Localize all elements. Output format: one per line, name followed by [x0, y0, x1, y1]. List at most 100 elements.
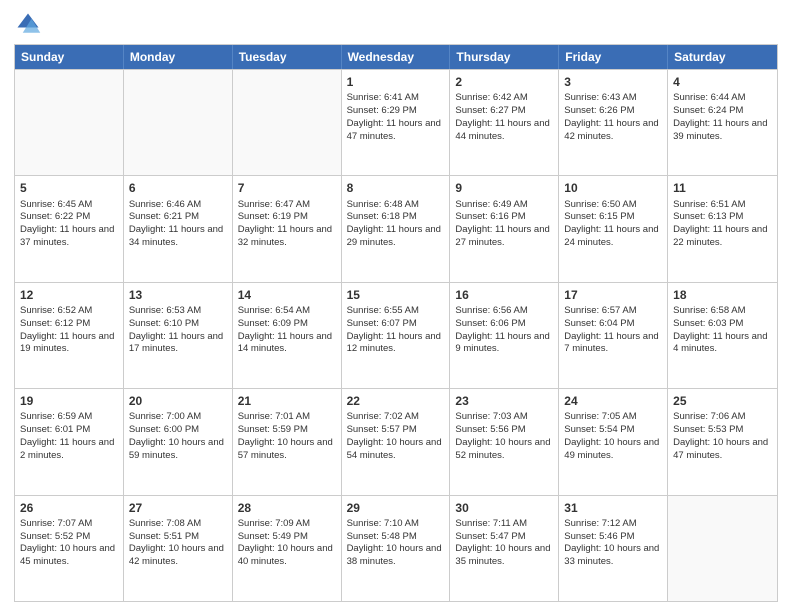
- day-cell-4: 4 Sunrise: 6:44 AM Sunset: 6:24 PM Daylig…: [668, 70, 777, 175]
- day-header-thursday: Thursday: [450, 45, 559, 69]
- week-row-4: 26 Sunrise: 7:07 AM Sunset: 5:52 PM Dayli…: [15, 495, 777, 601]
- empty-cell: [668, 496, 777, 601]
- day-cell-19: 19 Sunrise: 6:59 AM Sunset: 6:01 PM Dayli…: [15, 389, 124, 494]
- day-cell-21: 21 Sunrise: 7:01 AM Sunset: 5:59 PM Dayli…: [233, 389, 342, 494]
- day-header-friday: Friday: [559, 45, 668, 69]
- day-info: Sunrise: 7:05 AM Sunset: 5:54 PM Dayligh…: [564, 411, 659, 460]
- calendar-body: 1 Sunrise: 6:41 AM Sunset: 6:29 PM Daylig…: [15, 69, 777, 601]
- day-cell-2: 2 Sunrise: 6:42 AM Sunset: 6:27 PM Daylig…: [450, 70, 559, 175]
- day-info: Sunrise: 7:10 AM Sunset: 5:48 PM Dayligh…: [347, 518, 442, 567]
- day-number: 1: [347, 74, 445, 90]
- day-info: Sunrise: 6:42 AM Sunset: 6:27 PM Dayligh…: [455, 92, 549, 141]
- day-info: Sunrise: 6:41 AM Sunset: 6:29 PM Dayligh…: [347, 92, 441, 141]
- day-info: Sunrise: 7:09 AM Sunset: 5:49 PM Dayligh…: [238, 518, 333, 567]
- day-number: 24: [564, 393, 662, 409]
- day-info: Sunrise: 6:54 AM Sunset: 6:09 PM Dayligh…: [238, 305, 332, 354]
- day-number: 23: [455, 393, 553, 409]
- day-number: 30: [455, 500, 553, 516]
- day-info: Sunrise: 6:49 AM Sunset: 6:16 PM Dayligh…: [455, 199, 549, 248]
- calendar-header: SundayMondayTuesdayWednesdayThursdayFrid…: [15, 45, 777, 69]
- day-cell-25: 25Sunrise: 7:06 AM Sunset: 5:53 PM Dayli…: [668, 389, 777, 494]
- day-cell-27: 27 Sunrise: 7:08 AM Sunset: 5:51 PM Dayli…: [124, 496, 233, 601]
- empty-cell: [124, 70, 233, 175]
- day-cell-13: 13 Sunrise: 6:53 AM Sunset: 6:10 PM Dayli…: [124, 283, 233, 388]
- day-cell-29: 29 Sunrise: 7:10 AM Sunset: 5:48 PM Dayli…: [342, 496, 451, 601]
- day-cell-3: 3Sunrise: 6:43 AM Sunset: 6:26 PM Daylig…: [559, 70, 668, 175]
- empty-cell: [233, 70, 342, 175]
- day-number: 28: [238, 500, 336, 516]
- day-cell-11: 11 Sunrise: 6:51 AM Sunset: 6:13 PM Dayli…: [668, 176, 777, 281]
- calendar: SundayMondayTuesdayWednesdayThursdayFrid…: [14, 44, 778, 602]
- week-row-2: 12Sunrise: 6:52 AM Sunset: 6:12 PM Dayli…: [15, 282, 777, 388]
- day-cell-7: 7 Sunrise: 6:47 AM Sunset: 6:19 PM Daylig…: [233, 176, 342, 281]
- day-cell-22: 22 Sunrise: 7:02 AM Sunset: 5:57 PM Dayli…: [342, 389, 451, 494]
- day-number: 11: [673, 180, 772, 196]
- day-info: Sunrise: 6:51 AM Sunset: 6:13 PM Dayligh…: [673, 199, 767, 248]
- day-number: 31: [564, 500, 662, 516]
- day-number: 26: [20, 500, 118, 516]
- day-info: Sunrise: 6:56 AM Sunset: 6:06 PM Dayligh…: [455, 305, 549, 354]
- day-number: 7: [238, 180, 336, 196]
- day-info: Sunrise: 6:53 AM Sunset: 6:10 PM Dayligh…: [129, 305, 223, 354]
- day-cell-15: 15Sunrise: 6:55 AM Sunset: 6:07 PM Dayli…: [342, 283, 451, 388]
- day-number: 6: [129, 180, 227, 196]
- day-number: 21: [238, 393, 336, 409]
- day-cell-8: 8 Sunrise: 6:48 AM Sunset: 6:18 PM Daylig…: [342, 176, 451, 281]
- day-number: 10: [564, 180, 662, 196]
- day-cell-26: 26 Sunrise: 7:07 AM Sunset: 5:52 PM Dayli…: [15, 496, 124, 601]
- logo: [14, 10, 46, 38]
- day-header-sunday: Sunday: [15, 45, 124, 69]
- day-number: 4: [673, 74, 772, 90]
- day-info: Sunrise: 7:01 AM Sunset: 5:59 PM Dayligh…: [238, 411, 333, 460]
- logo-icon: [14, 10, 42, 38]
- day-info: Sunrise: 6:58 AM Sunset: 6:03 PM Dayligh…: [673, 305, 767, 354]
- day-number: 13: [129, 287, 227, 303]
- day-number: 17: [564, 287, 662, 303]
- day-number: 29: [347, 500, 445, 516]
- empty-cell: [15, 70, 124, 175]
- day-info: Sunrise: 6:48 AM Sunset: 6:18 PM Dayligh…: [347, 199, 441, 248]
- week-row-3: 19 Sunrise: 6:59 AM Sunset: 6:01 PM Dayli…: [15, 388, 777, 494]
- day-number: 19: [20, 393, 118, 409]
- day-number: 25: [673, 393, 772, 409]
- day-info: Sunrise: 7:07 AM Sunset: 5:52 PM Dayligh…: [20, 518, 115, 567]
- day-cell-20: 20 Sunrise: 7:00 AM Sunset: 6:00 PM Dayli…: [124, 389, 233, 494]
- day-info: Sunrise: 6:57 AM Sunset: 6:04 PM Dayligh…: [564, 305, 658, 354]
- week-row-1: 5 Sunrise: 6:45 AM Sunset: 6:22 PM Daylig…: [15, 175, 777, 281]
- day-cell-1: 1 Sunrise: 6:41 AM Sunset: 6:29 PM Daylig…: [342, 70, 451, 175]
- day-cell-28: 28 Sunrise: 7:09 AM Sunset: 5:49 PM Dayli…: [233, 496, 342, 601]
- day-info: Sunrise: 6:50 AM Sunset: 6:15 PM Dayligh…: [564, 199, 658, 248]
- day-info: Sunrise: 6:47 AM Sunset: 6:19 PM Dayligh…: [238, 199, 332, 248]
- day-cell-16: 16 Sunrise: 6:56 AM Sunset: 6:06 PM Dayli…: [450, 283, 559, 388]
- day-info: Sunrise: 7:08 AM Sunset: 5:51 PM Dayligh…: [129, 518, 224, 567]
- day-info: Sunrise: 6:45 AM Sunset: 6:22 PM Dayligh…: [20, 199, 114, 248]
- day-number: 20: [129, 393, 227, 409]
- day-cell-18: 18Sunrise: 6:58 AM Sunset: 6:03 PM Dayli…: [668, 283, 777, 388]
- day-number: 5: [20, 180, 118, 196]
- day-info: Sunrise: 6:46 AM Sunset: 6:21 PM Dayligh…: [129, 199, 223, 248]
- day-info: Sunrise: 7:02 AM Sunset: 5:57 PM Dayligh…: [347, 411, 442, 460]
- day-number: 8: [347, 180, 445, 196]
- day-number: 27: [129, 500, 227, 516]
- day-number: 16: [455, 287, 553, 303]
- day-info: Sunrise: 7:12 AM Sunset: 5:46 PM Dayligh…: [564, 518, 659, 567]
- day-number: 15: [347, 287, 445, 303]
- day-number: 22: [347, 393, 445, 409]
- day-info: Sunrise: 7:00 AM Sunset: 6:00 PM Dayligh…: [129, 411, 224, 460]
- day-cell-23: 23 Sunrise: 7:03 AM Sunset: 5:56 PM Dayli…: [450, 389, 559, 494]
- day-info: Sunrise: 7:03 AM Sunset: 5:56 PM Dayligh…: [455, 411, 550, 460]
- day-header-monday: Monday: [124, 45, 233, 69]
- day-cell-5: 5 Sunrise: 6:45 AM Sunset: 6:22 PM Daylig…: [15, 176, 124, 281]
- day-number: 2: [455, 74, 553, 90]
- day-header-tuesday: Tuesday: [233, 45, 342, 69]
- day-info: Sunrise: 6:44 AM Sunset: 6:24 PM Dayligh…: [673, 92, 767, 141]
- day-cell-17: 17 Sunrise: 6:57 AM Sunset: 6:04 PM Dayli…: [559, 283, 668, 388]
- day-cell-12: 12Sunrise: 6:52 AM Sunset: 6:12 PM Dayli…: [15, 283, 124, 388]
- day-header-wednesday: Wednesday: [342, 45, 451, 69]
- day-info: Sunrise: 7:11 AM Sunset: 5:47 PM Dayligh…: [455, 518, 550, 567]
- day-info: Sunrise: 6:59 AM Sunset: 6:01 PM Dayligh…: [20, 411, 114, 460]
- day-cell-14: 14Sunrise: 6:54 AM Sunset: 6:09 PM Dayli…: [233, 283, 342, 388]
- day-info: Sunrise: 6:43 AM Sunset: 6:26 PM Dayligh…: [564, 92, 658, 141]
- day-number: 12: [20, 287, 118, 303]
- day-cell-9: 9Sunrise: 6:49 AM Sunset: 6:16 PM Daylig…: [450, 176, 559, 281]
